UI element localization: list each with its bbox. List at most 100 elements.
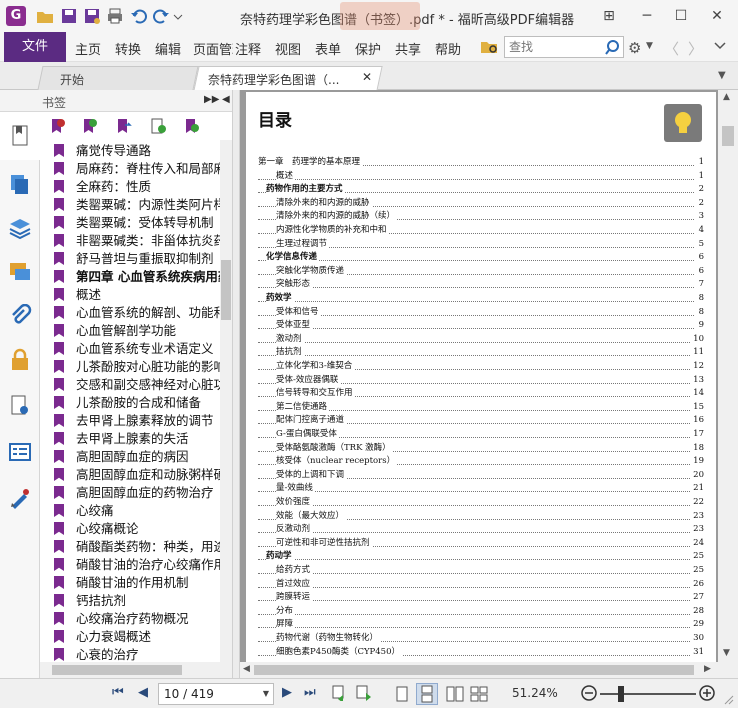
bookmark-item[interactable]: 硝酸甘油的作用机制 <box>54 574 220 592</box>
zoom-level[interactable]: 51.24% <box>512 686 558 700</box>
bookmark-item[interactable]: 儿茶酚胺的合成和储备 <box>54 394 220 412</box>
page-number-box[interactable]: 10 / 419 ▼ <box>158 683 274 705</box>
bookmark-item[interactable]: 舒马普坦与重振取抑制剂 <box>54 250 220 268</box>
menu-edit[interactable]: 编辑 <box>155 39 181 58</box>
zoom-out-icon[interactable] <box>580 684 598 705</box>
facing-view-icon[interactable] <box>446 686 464 705</box>
bookmark-item[interactable]: 心绞痛治疗药物概况 <box>54 610 220 628</box>
toc-entry[interactable]: 内源性化学物质的补充和中和 4 <box>258 224 704 237</box>
toc-entry[interactable]: 分布 28 <box>258 604 704 618</box>
continuous-view-icon[interactable] <box>416 683 438 705</box>
scroll-right-arrow[interactable]: ▶ <box>704 664 711 674</box>
toc-entry[interactable]: 概述 1 <box>258 169 704 183</box>
last-page-icon[interactable]: ⏭ <box>304 685 316 700</box>
toc-entry[interactable]: 第二信使通路 15 <box>258 400 704 414</box>
zoom-in-icon[interactable] <box>698 684 716 705</box>
toc-entry[interactable]: 第一章 药理学的基本原理 1 <box>258 156 704 169</box>
ribbon-expand-icon[interactable] <box>714 40 726 55</box>
bookmark-item[interactable]: 类罂粟碱：内源性类阿片样物质 <box>54 196 220 214</box>
bookmark-item[interactable]: 高胆固醇血症的药物治疗 <box>54 484 220 502</box>
menu-home[interactable]: 主页 <box>75 39 101 58</box>
pages-thumbnail-icon[interactable] <box>8 172 32 196</box>
toc-entry[interactable]: 药动学 25 <box>258 550 704 564</box>
scroll-left-arrow[interactable]: ◀ <box>243 664 250 674</box>
page-number-input[interactable]: 10 / 419 <box>164 687 214 701</box>
toc-entry[interactable]: 核受体（nuclear receptors） 19 <box>258 455 704 469</box>
bookmark-item[interactable]: 去甲肾上腺素释放的调节 <box>54 412 220 430</box>
toc-entry[interactable]: 细胞色素P450酶类（CYP450） 31 <box>258 645 704 659</box>
toc-entry[interactable]: 药物代谢（药物生物转化） 30 <box>258 632 704 645</box>
bookmark-item[interactable]: 局麻药：脊柱传入和局部麻醉 <box>54 160 220 178</box>
bookmark-item[interactable]: 硝酸酯类药物：种类，用途 <box>54 538 220 556</box>
toc-entry[interactable]: 首过效应 26 <box>258 577 704 591</box>
bookmark-item[interactable]: 全麻药：性质 <box>54 178 220 196</box>
bookmark-item[interactable]: 心血管解剖学功能 <box>54 322 220 340</box>
toc-entry[interactable]: 受体酪氨酸激酶（TRK 激酶） 18 <box>258 441 704 455</box>
bookmark-item[interactable]: 心血管系统的解剖、功能和调节 <box>54 304 220 322</box>
bookmark-scroll-thumb[interactable] <box>221 260 231 320</box>
delete-bookmark-icon[interactable] <box>50 118 66 137</box>
save-as-icon[interactable] <box>83 7 101 25</box>
search-input[interactable] <box>505 37 599 57</box>
bookmark-item[interactable]: 概述 <box>54 286 220 304</box>
toc-entry[interactable]: 清除外来的和内源的威胁（续） 3 <box>258 210 704 224</box>
toc-entry[interactable]: 突触化学物质传递 6 <box>258 264 704 278</box>
bookmark-item[interactable]: 钙拮抗剂 <box>54 592 220 610</box>
bookmark-item[interactable]: 心绞痛概论 <box>54 520 220 538</box>
maximize-button[interactable]: ☐ <box>666 4 696 28</box>
bookmark-item[interactable]: 去甲肾上腺素的失活 <box>54 430 220 448</box>
bookmark-item[interactable]: 非罂粟碱类：非甾体抗炎药 <box>54 232 220 250</box>
toc-entry[interactable]: 受体-效应器偶联 13 <box>258 373 704 387</box>
bookmark-item[interactable]: 高胆固醇血症的病因 <box>54 448 220 466</box>
document-horizontal-scrollbar[interactable]: ◀ ▶ <box>240 662 738 678</box>
redo-icon[interactable] <box>152 7 170 25</box>
search-icon[interactable] <box>604 39 620 58</box>
customize-dropdown-icon[interactable] <box>172 7 184 25</box>
menu-convert[interactable]: 转换 <box>115 39 141 58</box>
bookmark-item[interactable]: 心力衰竭概述 <box>54 628 220 646</box>
bookmark-item[interactable]: 交感和副交感神经对心脏功能 <box>54 376 220 394</box>
previous-page-icon[interactable]: ◀ <box>138 685 148 700</box>
scroll-down-arrow[interactable]: ▼ <box>723 648 730 658</box>
menu-share[interactable]: 共享 <box>395 39 421 58</box>
menu-help[interactable]: 帮助 <box>435 39 461 58</box>
open-folder-icon[interactable] <box>36 7 54 25</box>
tab-list-dropdown-icon[interactable]: ▼ <box>718 70 726 81</box>
resize-grip-icon[interactable] <box>722 693 734 708</box>
toc-entry[interactable]: 受体和信号 8 <box>258 305 704 319</box>
next-result-icon[interactable]: 〉 <box>688 38 703 59</box>
first-page-icon[interactable]: ⏮ <box>112 685 124 700</box>
expand-all-bookmarks-icon[interactable] <box>184 118 200 137</box>
toc-entry[interactable]: 配体门控离子通道 16 <box>258 414 704 428</box>
page-dropdown-icon[interactable]: ▼ <box>263 689 269 698</box>
previous-result-icon[interactable]: 〈 <box>664 38 679 59</box>
attachments-icon[interactable] <box>8 303 32 328</box>
bookmark-vertical-scrollbar[interactable] <box>220 140 232 662</box>
bookmark-item[interactable]: 儿茶酚胺对心脏功能的影响 <box>54 358 220 376</box>
layers-icon[interactable] <box>8 216 32 240</box>
toc-entry[interactable]: 反激动剂 23 <box>258 523 704 537</box>
new-bookmark-icon[interactable] <box>82 118 98 137</box>
panel-splitter[interactable] <box>232 90 240 678</box>
menu-page-management[interactable]: 页面管理 <box>193 39 233 58</box>
toc-entry[interactable]: 清除外来的和内源的威胁 2 <box>258 196 704 210</box>
bookmark-item[interactable]: 第四章 心血管系统疾病用药 <box>54 268 220 286</box>
bookmark-properties-icon[interactable] <box>150 118 166 137</box>
toc-entry[interactable]: 可逆性和非可逆性拮抗剂 24 <box>258 536 704 550</box>
security-lock-icon[interactable] <box>8 348 32 372</box>
bookmark-item[interactable]: 高胆固醇血症和动脉粥样硬化 <box>54 466 220 484</box>
toc-entry[interactable]: 信号转导和交互作用 14 <box>258 387 704 401</box>
print-icon[interactable] <box>106 7 124 25</box>
menu-comment[interactable]: 注释 <box>235 39 261 58</box>
menu-view[interactable]: 视图 <box>275 39 301 58</box>
zoom-slider-handle[interactable] <box>618 686 624 702</box>
bookmark-item[interactable]: 硝酸甘油的治疗心绞痛作用 <box>54 556 220 574</box>
bookmark-item[interactable]: 痛觉传导通路 <box>54 142 220 160</box>
form-fields-icon[interactable] <box>8 440 32 464</box>
zoom-slider-track[interactable] <box>600 693 696 695</box>
toc-entry[interactable]: 拮抗剂 11 <box>258 346 704 360</box>
toc-entry[interactable]: 药效学 8 <box>258 292 704 305</box>
menu-protect[interactable]: 保护 <box>355 39 381 58</box>
toc-entry[interactable]: 化学信息传递 6 <box>258 251 704 265</box>
toc-entry[interactable]: G-蛋白偶联受体 17 <box>258 428 704 441</box>
